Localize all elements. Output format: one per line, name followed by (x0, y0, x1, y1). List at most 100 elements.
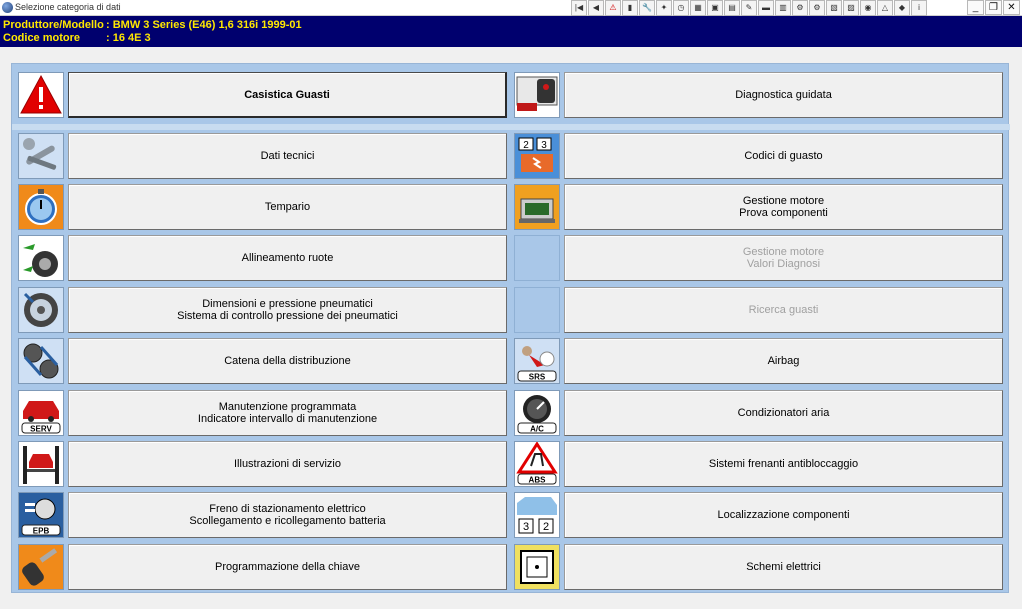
back-icon[interactable]: ◀ (588, 0, 604, 16)
category-label: Valori Diagnosi (746, 258, 821, 270)
category-button-codici-di-guasto[interactable]: Codici di guasto (564, 133, 1003, 179)
make-model-row: Produttore/Modello: BMW 3 Series (E46) 1… (3, 19, 302, 31)
category-button-allineamento-ruote[interactable]: Allineamento ruote (68, 235, 507, 281)
car-key-icon[interactable] (18, 544, 64, 590)
category-button-dati-tecnici[interactable]: Dati tecnici (68, 133, 507, 179)
make-model-value: : BMW 3 Series (E46) 1,6 316i 1999-01 (106, 19, 302, 31)
car-body-icon[interactable]: ◆ (894, 0, 910, 16)
category-label: Programmazione della chiave (215, 561, 360, 573)
diagnostic-device-icon[interactable] (514, 72, 560, 118)
category-label: Sistema di controllo pressione dei pneum… (177, 310, 398, 322)
electric-parking-brake-icon[interactable]: EPB (18, 492, 64, 538)
warning-triangle-icon[interactable] (18, 72, 64, 118)
airbag-srs-icon[interactable]: SRS (514, 338, 560, 384)
service-icon[interactable]: ▣ (707, 0, 723, 16)
category-label: Prova componenti (739, 207, 828, 219)
fault-codes-icon[interactable]: ▦ (690, 0, 706, 16)
restore-button[interactable]: ❐ (985, 0, 1002, 15)
app-icon (2, 2, 13, 13)
stopwatch-icon[interactable] (18, 184, 64, 230)
lift-icon[interactable]: ▤ (724, 0, 740, 16)
diagram-icon[interactable]: ▧ (826, 0, 842, 16)
category-button-diagnostica-guidata[interactable]: Diagnostica guidata (564, 72, 1003, 118)
wheel-alignment-icon[interactable] (18, 235, 64, 281)
category-label: Sistemi frenanti antibloccaggio (708, 458, 859, 470)
category-button-localizzazione-componenti[interactable]: Localizzazione componenti (564, 492, 1003, 538)
gearbox-icon[interactable]: ⚙ (792, 0, 808, 16)
engine-code-row: Codice motore: 16 4E 3 (3, 32, 151, 44)
car-lift-icon[interactable] (18, 441, 64, 487)
category-label: Ricerca guasti (748, 304, 819, 316)
warning-icon[interactable]: ⚠ (605, 0, 621, 16)
category-button-illustrazioni-di-servizio[interactable]: Illustrazioni di servizio (68, 441, 507, 487)
category-button-casistica-guasti[interactable]: Casistica Guasti (68, 72, 507, 118)
wrench-tools-icon[interactable] (18, 133, 64, 179)
window-controls: _ ❐ ✕ (967, 0, 1020, 15)
category-label: Airbag (767, 355, 800, 367)
doc-icon[interactable]: ▨ (843, 0, 859, 16)
window-title-bar: Selezione categoria di dati |◀ ◀ ⚠ ▮ 🔧 ✦ ◷ ▦ ▣ ▤ ✎… (0, 0, 1022, 16)
category-button-gestione-motore[interactable]: Gestione motore Prova componenti (564, 184, 1003, 230)
first-icon[interactable]: |◀ (571, 0, 587, 16)
category-label: Schemi elettrici (746, 561, 821, 573)
car-icon[interactable]: ▬ (758, 0, 774, 16)
category-button-airbag[interactable]: Airbag (564, 338, 1003, 384)
category-label: Condizionatori aria (737, 407, 830, 419)
abs-warning-icon[interactable]: ABS (514, 441, 560, 487)
category-button-ricerca-guasti: Ricerca guasti (564, 287, 1003, 333)
timing-chain-icon[interactable] (18, 338, 64, 384)
engine-ecu-icon[interactable] (514, 184, 560, 230)
svg-text:EPB: EPB (33, 527, 50, 536)
wiring-diagram-icon[interactable] (514, 544, 560, 590)
print-icon[interactable]: ▥ (775, 0, 791, 16)
category-label: Dati tecnici (260, 150, 315, 162)
air-conditioning-icon[interactable]: A/C (514, 390, 560, 436)
svg-text:SERV: SERV (30, 425, 52, 434)
category-button-programmazione-della-chiave[interactable]: Programmazione della chiave (68, 544, 507, 590)
category-label: Casistica Guasti (244, 88, 330, 101)
category-button-dimensioni-e-pressione-pneumatici[interactable]: Dimensioni e pressione pneumatici Sistema… (68, 287, 507, 333)
wrench-icon[interactable]: 🔧 (639, 0, 655, 16)
svg-text:ABS: ABS (529, 476, 547, 485)
svg-text:3: 3 (523, 521, 529, 533)
category-label: Allineamento ruote (241, 252, 334, 264)
category-button-gestione-motore: Gestione motore Valori Diagnosi (564, 235, 1003, 281)
category-label: Tempario (264, 201, 311, 213)
engine-code-value: : 16 4E 3 (106, 32, 151, 44)
category-button-schemi-elettrici[interactable]: Schemi elettrici (564, 544, 1003, 590)
category-label: Gestione motore (742, 195, 825, 207)
svg-text:SRS: SRS (529, 373, 546, 382)
svg-text:A/C: A/C (530, 425, 544, 434)
row-separator (12, 124, 1010, 130)
category-label: Catena della distribuzione (224, 355, 351, 367)
clock-icon[interactable]: ◷ (673, 0, 689, 16)
category-button-manutenzione-programmata[interactable]: Manutenzione programmata Indicatore inter… (68, 390, 507, 436)
category-label: Diagnostica guidata (735, 89, 832, 101)
category-label: Manutenzione programmata (218, 401, 357, 413)
fault-codes-icon[interactable]: 23 (514, 133, 560, 179)
component-icon[interactable]: ▮ (622, 0, 638, 16)
category-button-tempario[interactable]: Tempario (68, 184, 507, 230)
airbag-icon[interactable]: ◉ (860, 0, 876, 16)
category-button-sistemi-frenanti-antibloccaggio[interactable]: Sistemi frenanti antibloccaggio (564, 441, 1003, 487)
abs-icon[interactable]: △ (877, 0, 893, 16)
settings-icon[interactable]: ⚙ (809, 0, 825, 16)
tools-icon[interactable]: ✎ (741, 0, 757, 16)
minimize-button[interactable]: _ (967, 0, 984, 15)
category-button-catena-della-distribuzione[interactable]: Catena della distribuzione (68, 338, 507, 384)
category-label: Localizzazione componenti (717, 509, 850, 521)
component-location-icon[interactable]: 32 (514, 492, 560, 538)
vehicle-info-bar: Produttore/Modello: BMW 3 Series (E46) 1… (0, 16, 1022, 47)
tire-pressure-icon[interactable] (18, 287, 64, 333)
category-button-freno-di-stazionamento-elettrico[interactable]: Freno di stazionamento elettrico Scollega… (68, 492, 507, 538)
empty-icon (514, 235, 560, 281)
category-label: Indicatore intervallo di manutenzione (197, 413, 378, 425)
service-car-icon[interactable]: SERV (18, 390, 64, 436)
key-icon[interactable]: ✦ (656, 0, 672, 16)
category-panel: Casistica Guasti Dati tecnici Tempario Alli… (11, 63, 1010, 593)
category-button-condizionatori-aria[interactable]: Condizionatori aria (564, 390, 1003, 436)
make-model-label: Produttore/Modello (3, 19, 104, 31)
info-icon[interactable]: i (911, 0, 927, 16)
close-button[interactable]: ✕ (1003, 0, 1020, 15)
window-title: Selezione categoria di dati (15, 2, 121, 12)
